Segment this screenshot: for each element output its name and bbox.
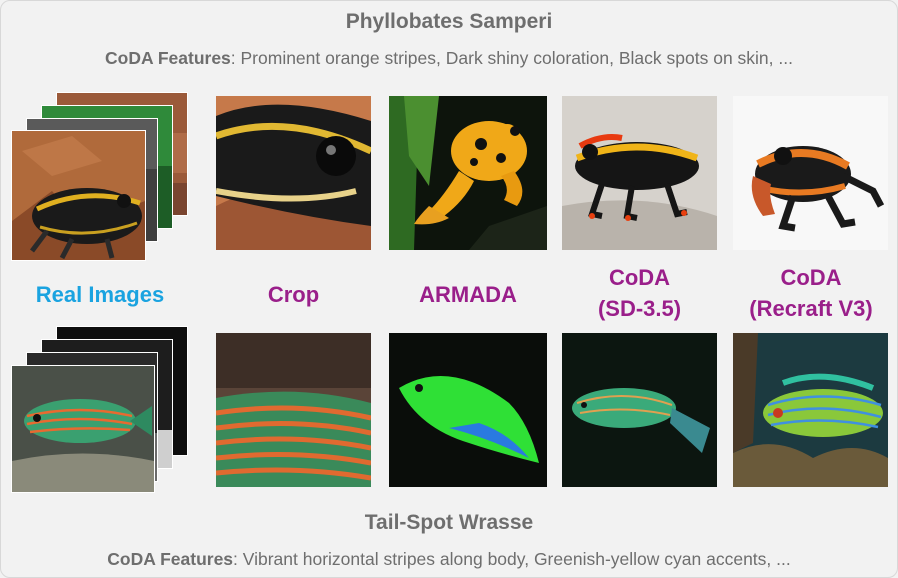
label-coda-sd35-line2: (SD-3.5) [597,296,682,321]
features-label-top: CoDA Features [105,48,231,68]
label-crop: Crop [267,282,320,307]
armada-fish-image [389,333,547,487]
features-top: CoDA Features: Prominent orange stripes,… [0,48,898,69]
species-title-top: Phyllobates Samperi [345,10,553,33]
coda-sd35-fish-image [562,333,717,487]
real-frog-image [12,131,145,260]
crop-frog-image [216,96,371,250]
label-armada: ARMADA [419,282,517,307]
real-fish-image [12,366,154,492]
features-text-bottom: : Vibrant horizontal stripes along body,… [233,549,791,569]
label-coda-sd35: CoDA (SD-3.5) [562,262,717,324]
armada-frog-image [389,96,547,250]
label-coda-recraft-line1: CoDA [780,265,842,290]
coda-recraft-frog-image [733,96,888,250]
species-title-bottom: Tail-Spot Wrasse [364,511,534,534]
features-label-bottom: CoDA Features [107,549,234,569]
features-text-top: : Prominent orange stripes, Dark shiny c… [230,48,793,68]
label-real-images: Real Images [35,282,165,307]
crop-fish-image [216,333,371,487]
label-coda-sd35-line1: CoDA [608,265,671,290]
label-coda-recraft-line2: (Recraft V3) [749,296,873,321]
coda-recraft-fish-image [733,333,888,487]
features-bottom: CoDA Features: Vibrant horizontal stripe… [0,549,898,570]
coda-sd35-frog-image [562,96,717,250]
label-coda-recraft: CoDA (Recraft V3) [726,262,896,324]
